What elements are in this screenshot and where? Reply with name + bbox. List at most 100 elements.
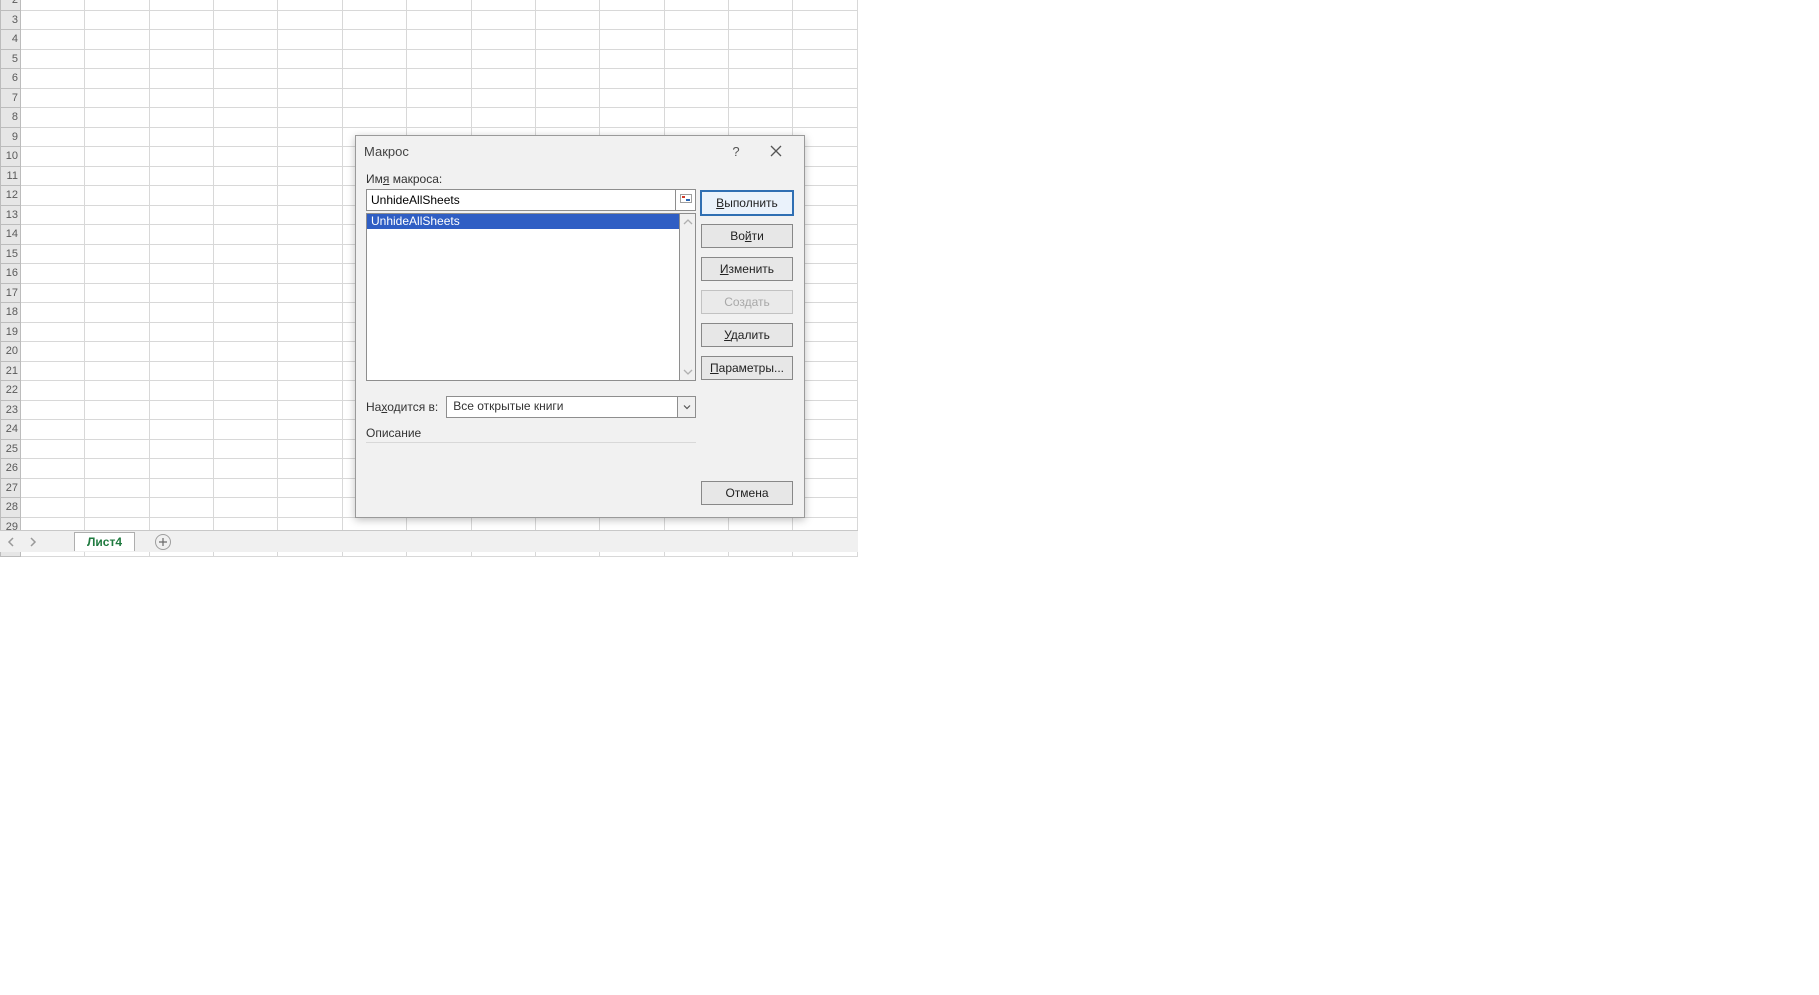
cell[interactable] (149, 30, 213, 50)
cell[interactable] (342, 0, 406, 10)
cell[interactable] (214, 361, 278, 381)
cell[interactable] (729, 49, 793, 69)
delete-button[interactable]: Удалить (701, 323, 793, 347)
cell[interactable] (20, 283, 84, 303)
cell[interactable] (149, 10, 213, 30)
cell[interactable] (535, 10, 599, 30)
cell[interactable] (793, 30, 858, 50)
cell[interactable] (20, 88, 84, 108)
cell[interactable] (729, 10, 793, 30)
row-header[interactable]: 7 (1, 88, 21, 108)
cell[interactable] (278, 0, 342, 10)
row-header[interactable]: 21 (1, 361, 21, 381)
row-header[interactable]: 3 (1, 10, 21, 30)
cell[interactable] (278, 283, 342, 303)
cell[interactable] (214, 10, 278, 30)
row-header[interactable]: 28 (1, 498, 21, 518)
cell[interactable] (278, 400, 342, 420)
cell[interactable] (407, 49, 471, 69)
row-header[interactable]: 4 (1, 30, 21, 50)
cell[interactable] (342, 49, 406, 69)
cell[interactable] (85, 166, 149, 186)
cell[interactable] (20, 166, 84, 186)
row-header[interactable]: 26 (1, 459, 21, 479)
cell[interactable] (214, 127, 278, 147)
cell[interactable] (278, 361, 342, 381)
cell[interactable] (535, 69, 599, 89)
cell[interactable] (85, 108, 149, 128)
cancel-button[interactable]: Отмена (701, 481, 793, 505)
cell[interactable] (214, 439, 278, 459)
cell[interactable] (85, 88, 149, 108)
cell[interactable] (793, 49, 858, 69)
cell[interactable] (149, 459, 213, 479)
cell[interactable] (149, 186, 213, 206)
cell[interactable] (149, 264, 213, 284)
cell[interactable] (85, 186, 149, 206)
cell[interactable] (214, 186, 278, 206)
cell[interactable] (278, 127, 342, 147)
cell[interactable] (471, 88, 535, 108)
cell[interactable] (278, 498, 342, 518)
cell[interactable] (407, 69, 471, 89)
cell[interactable] (85, 361, 149, 381)
cell[interactable] (214, 303, 278, 323)
cell[interactable] (20, 264, 84, 284)
cell[interactable] (20, 400, 84, 420)
cell[interactable] (85, 244, 149, 264)
cell[interactable] (149, 439, 213, 459)
cell[interactable] (278, 342, 342, 362)
cell[interactable] (729, 69, 793, 89)
cell[interactable] (600, 69, 664, 89)
cell[interactable] (278, 166, 342, 186)
cell[interactable] (278, 322, 342, 342)
cell[interactable] (729, 108, 793, 128)
cell[interactable] (664, 108, 728, 128)
cell[interactable] (278, 30, 342, 50)
cell[interactable] (729, 88, 793, 108)
cell[interactable] (278, 10, 342, 30)
cell[interactable] (149, 381, 213, 401)
row-header[interactable]: 10 (1, 147, 21, 167)
cell[interactable] (278, 49, 342, 69)
cell[interactable] (149, 108, 213, 128)
cell[interactable] (20, 49, 84, 69)
cell[interactable] (278, 381, 342, 401)
cell[interactable] (342, 10, 406, 30)
macro-name-input[interactable] (366, 189, 676, 211)
row-header[interactable]: 2 (1, 0, 21, 10)
cell[interactable] (600, 49, 664, 69)
close-button[interactable] (756, 137, 796, 165)
cell[interactable] (407, 10, 471, 30)
macro-list-item[interactable]: UnhideAllSheets (367, 214, 679, 229)
cell[interactable] (20, 459, 84, 479)
cell[interactable] (85, 459, 149, 479)
cell[interactable] (342, 88, 406, 108)
cell[interactable] (729, 30, 793, 50)
row-header[interactable]: 27 (1, 478, 21, 498)
cell[interactable] (214, 381, 278, 401)
cell[interactable] (600, 108, 664, 128)
cell[interactable] (149, 244, 213, 264)
macros-in-select[interactable]: Все открытые книги (446, 396, 696, 418)
cell[interactable] (278, 420, 342, 440)
cell[interactable] (85, 439, 149, 459)
cell[interactable] (793, 88, 858, 108)
cell[interactable] (214, 264, 278, 284)
cell[interactable] (85, 420, 149, 440)
cell[interactable] (20, 498, 84, 518)
cell[interactable] (149, 69, 213, 89)
cell[interactable] (278, 478, 342, 498)
cell[interactable] (214, 478, 278, 498)
cell[interactable] (214, 88, 278, 108)
cell[interactable] (407, 30, 471, 50)
row-header[interactable]: 16 (1, 264, 21, 284)
cell[interactable] (600, 88, 664, 108)
cell[interactable] (85, 283, 149, 303)
chevron-down-icon[interactable] (678, 396, 696, 418)
cell[interactable] (471, 49, 535, 69)
cell[interactable] (214, 30, 278, 50)
cell[interactable] (729, 0, 793, 10)
cell[interactable] (85, 303, 149, 323)
cell[interactable] (85, 381, 149, 401)
